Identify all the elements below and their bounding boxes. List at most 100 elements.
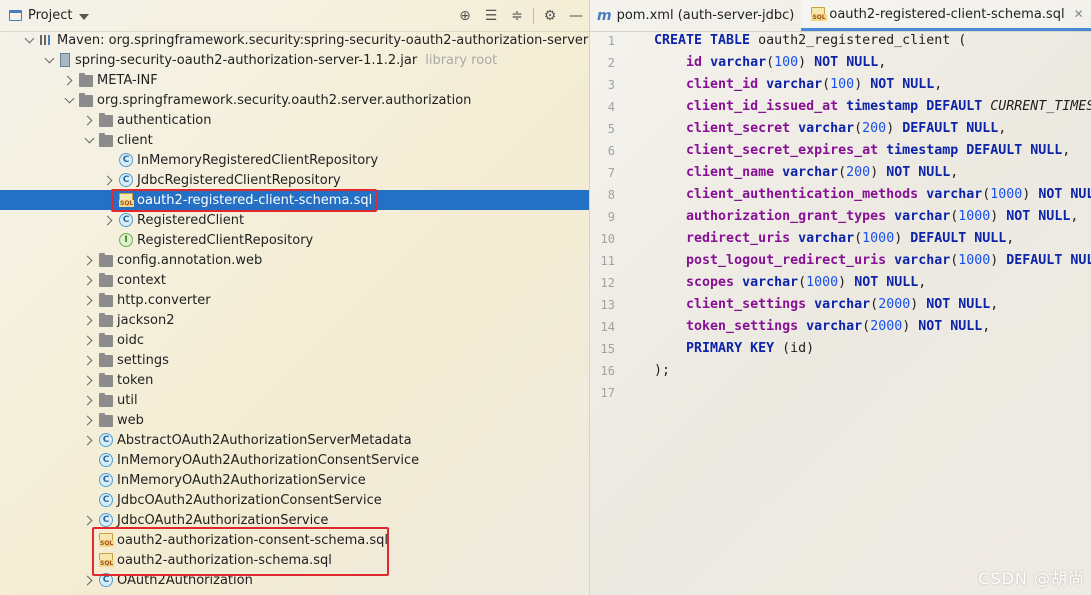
tree-item-label: oauth2-authorization-consent-schema.sql [117, 532, 388, 548]
code-token: ) [854, 77, 871, 92]
tree-item[interactable]: InMemoryOAuth2AuthorizationConsentServic… [0, 450, 589, 470]
code-token: client_secret [686, 121, 799, 136]
code-token: ) [910, 297, 927, 312]
code-token: varchar [710, 55, 767, 70]
code-line: redirect_uris varchar(1000) DEFAULT NULL… [654, 228, 1091, 250]
chevron-right-icon[interactable] [82, 510, 96, 530]
line-number: 7 [607, 166, 615, 180]
tree-item[interactable]: spring-security-oauth2-authorization-ser… [0, 50, 589, 70]
class-icon [99, 473, 113, 487]
editor-tab[interactable]: oauth2-registered-client-schema.sql ✕ [801, 0, 1091, 31]
chevron-right-icon[interactable] [82, 390, 96, 410]
code-area[interactable]: CREATE TABLE oauth2_registered_client ( … [654, 30, 1091, 595]
folder-icon [99, 132, 113, 147]
tree-item-label: util [117, 392, 138, 408]
tree-item-label: web [117, 412, 144, 428]
code-token: ); [654, 363, 671, 378]
class-icon [119, 153, 133, 167]
chevron-right-icon[interactable] [82, 370, 96, 390]
code-line: client_authentication_methods varchar(10… [654, 184, 1091, 206]
tree-item[interactable]: oidc [0, 330, 589, 350]
code-token: ) [870, 165, 887, 180]
chevron-right-icon[interactable] [82, 410, 96, 430]
tree-item[interactable]: http.converter [0, 290, 589, 310]
tree-item[interactable]: util [0, 390, 589, 410]
chevron-right-icon[interactable] [82, 310, 96, 330]
chevron-right-icon[interactable] [102, 170, 116, 190]
code-token: 1000 [862, 231, 895, 246]
tree-item[interactable]: RegisteredClient [0, 210, 589, 230]
tree-item[interactable]: context [0, 270, 589, 290]
code-token: ) [838, 275, 855, 290]
code-token: 100 [774, 55, 799, 70]
chevron-right-icon[interactable] [82, 270, 96, 290]
tree-item[interactable]: JdbcOAuth2AuthorizationConsentService [0, 490, 589, 510]
tree-item[interactable]: oauth2-registered-client-schema.sql [0, 190, 589, 210]
code-token: varchar [766, 77, 823, 92]
tree-item[interactable]: authentication [0, 110, 589, 130]
chevron-right-icon[interactable] [62, 70, 76, 90]
chevron-right-icon[interactable] [82, 430, 96, 450]
code-token: 200 [862, 121, 887, 136]
gear-icon[interactable]: ⚙ [537, 5, 563, 27]
tree-item[interactable]: OAuth2Authorization [0, 570, 589, 590]
chevron-down-icon[interactable] [62, 90, 76, 110]
class-icon [99, 433, 113, 447]
tree-item[interactable]: org.springframework.security.oauth2.serv… [0, 90, 589, 110]
tree-item[interactable]: JdbcOAuth2AuthorizationService [0, 510, 589, 530]
tree-item[interactable]: oauth2-authorization-schema.sql [0, 550, 589, 570]
tree-item[interactable]: jackson2 [0, 310, 589, 330]
chevron-right-icon[interactable] [82, 290, 96, 310]
tree-item[interactable]: web [0, 410, 589, 430]
tree-item[interactable]: token [0, 370, 589, 390]
chevron-down-icon[interactable] [82, 130, 96, 150]
code-token: , [1006, 231, 1015, 246]
close-tab-icon[interactable]: ✕ [1074, 7, 1084, 21]
tree-item[interactable]: InMemoryOAuth2AuthorizationService [0, 470, 589, 490]
expand-all-icon[interactable]: ≑ [504, 5, 530, 27]
line-number: 17 [600, 386, 615, 400]
tree-item[interactable]: RegisteredClientRepository [0, 230, 589, 250]
code-token: ( [822, 77, 831, 92]
chevron-right-icon[interactable] [102, 210, 116, 230]
line-number: 14 [600, 320, 615, 334]
project-view-selector[interactable]: Project [9, 8, 90, 23]
code-token: post_logout_redirect_uris [686, 253, 895, 268]
code-line: CREATE TABLE oauth2_registered_client ( [654, 30, 1091, 52]
tree-item[interactable]: META-INF [0, 70, 589, 90]
folder-icon [99, 332, 113, 347]
minimize-icon[interactable]: — [563, 5, 589, 27]
watermark: CSDN @胡尚 [978, 569, 1085, 588]
tree-item-label: RegisteredClient [137, 212, 245, 228]
tree-item[interactable]: Maven: org.springframework.security:spri… [0, 30, 589, 50]
chevron-right-icon[interactable] [82, 110, 96, 130]
chevron-right-icon[interactable] [82, 330, 96, 350]
tree-item[interactable]: config.annotation.web [0, 250, 589, 270]
chevron-right-icon[interactable] [82, 350, 96, 370]
tree-item[interactable]: InMemoryRegisteredClientRepository [0, 150, 589, 170]
tree-item[interactable]: client [0, 130, 589, 150]
tree-item[interactable]: settings [0, 350, 589, 370]
chevron-right-icon[interactable] [82, 250, 96, 270]
code-token: ( [798, 275, 807, 290]
code-token: client_settings [686, 297, 815, 312]
target-icon[interactable]: ⊕ [452, 5, 478, 27]
code-token: NOT NULL [886, 165, 951, 180]
collapse-all-icon[interactable]: ☰ [478, 5, 504, 27]
chevron-down-icon[interactable] [42, 50, 56, 70]
folder-icon [99, 272, 113, 287]
code-token: , [950, 165, 959, 180]
chevron-down-icon[interactable] [22, 30, 36, 50]
chevron-right-icon[interactable] [82, 570, 96, 590]
editor-tab[interactable]: m pom.xml (auth-server-jdbc) [590, 0, 801, 31]
tree-item[interactable]: JdbcRegisteredClientRepository [0, 170, 589, 190]
tree-item[interactable]: oauth2-authorization-consent-schema.sql [0, 530, 589, 550]
sql-file-icon [811, 7, 827, 21]
code-line: client_id varchar(100) NOT NULL, [654, 74, 1091, 96]
tree-item[interactable]: AbstractOAuth2AuthorizationServerMetadat… [0, 430, 589, 450]
